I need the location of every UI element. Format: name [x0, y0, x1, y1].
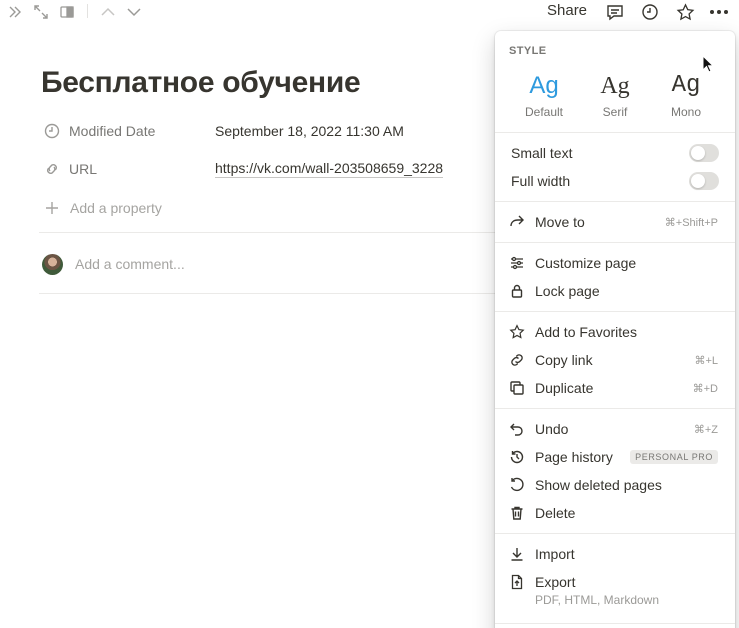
- small-text-toggle-row[interactable]: Small text: [495, 139, 735, 167]
- full-width-toggle[interactable]: [689, 172, 719, 190]
- menu-divider: [495, 408, 735, 409]
- menu-divider: [495, 201, 735, 202]
- lock-icon: [508, 282, 526, 300]
- undo-label: Undo: [535, 421, 569, 437]
- full-width-label: Full width: [511, 173, 571, 189]
- page-history-item[interactable]: Page history PERSONAL PRO: [495, 443, 735, 471]
- menu-divider: [495, 132, 735, 133]
- add-to-favorites-item[interactable]: Add to Favorites: [495, 318, 735, 346]
- small-text-label: Small text: [511, 145, 573, 161]
- export-file-icon: [508, 573, 526, 591]
- import-label: Import: [535, 546, 575, 562]
- menu-divider: [495, 623, 735, 624]
- page-options-menu: STYLE Ag Default Ag Serif Ag Mono Small …: [495, 31, 735, 628]
- copy-link-label: Copy link: [535, 352, 593, 368]
- sidebar-expand-icon[interactable]: [5, 2, 25, 22]
- trash-icon: [508, 504, 526, 522]
- delete-item[interactable]: Delete: [495, 499, 735, 527]
- font-sample: Ag: [600, 73, 630, 99]
- customize-page-item[interactable]: Customize page: [495, 249, 735, 277]
- star-icon: [508, 323, 526, 341]
- duplicate-icon: [508, 379, 526, 397]
- clock-icon[interactable]: [640, 2, 660, 22]
- chevron-down-icon[interactable]: [124, 2, 144, 22]
- add-to-favorites-label: Add to Favorites: [535, 324, 637, 340]
- shortcut-hint: ⌘+Z: [693, 423, 718, 436]
- url-link[interactable]: https://vk.com/wall-203508659_3228: [215, 160, 444, 178]
- sliders-icon: [508, 254, 526, 272]
- export-formats: PDF, HTML, Markdown: [535, 593, 660, 607]
- font-option-serif[interactable]: Ag Serif: [584, 71, 646, 119]
- font-name: Default: [524, 105, 564, 119]
- star-icon[interactable]: [675, 2, 695, 22]
- page-history-label: Page history: [535, 449, 613, 465]
- page-title[interactable]: Бесплатное обучение: [41, 66, 361, 100]
- lock-page-item[interactable]: Lock page: [495, 277, 735, 305]
- property-value[interactable]: September 18, 2022 11:30 AM: [215, 123, 404, 139]
- font-sample: Ag: [529, 72, 559, 99]
- customize-page-label: Customize page: [535, 255, 637, 271]
- download-icon: [508, 545, 526, 563]
- property-url[interactable]: URL https://vk.com/wall-203508659_3228: [41, 155, 491, 183]
- topbar: Share: [0, 0, 739, 24]
- undo-icon: [508, 420, 526, 438]
- export-label: Export: [535, 574, 576, 590]
- undo-item[interactable]: Undo ⌘+Z: [495, 415, 735, 443]
- font-option-mono[interactable]: Ag Mono: [655, 71, 717, 119]
- toolbar-divider: [87, 4, 88, 18]
- menu-divider: [495, 533, 735, 534]
- fullscreen-icon[interactable]: [31, 2, 51, 22]
- menu-divider: [495, 311, 735, 312]
- add-property-button[interactable]: Add a property: [41, 196, 162, 220]
- plus-icon: [41, 201, 63, 215]
- shortcut-hint: ⌘+L: [694, 354, 718, 367]
- duplicate-item[interactable]: Duplicate ⌘+D: [495, 374, 735, 402]
- link-icon: [41, 158, 63, 180]
- divider: [39, 293, 499, 294]
- move-to-label: Move to: [535, 214, 585, 230]
- property-name: URL: [69, 161, 98, 177]
- comment-input-row[interactable]: Add a comment...: [42, 252, 185, 276]
- font-name: Serif: [602, 105, 628, 119]
- mouse-cursor-icon: [702, 54, 715, 78]
- delete-label: Delete: [535, 505, 576, 521]
- restore-icon: [508, 476, 526, 494]
- style-section-label: STYLE: [509, 45, 547, 57]
- plan-badge: PERSONAL PRO: [630, 450, 718, 464]
- font-option-default[interactable]: Ag Default: [513, 71, 575, 119]
- copy-link-item[interactable]: Copy link ⌘+L: [495, 346, 735, 374]
- avatar: [42, 253, 63, 275]
- show-deleted-pages-label: Show deleted pages: [535, 477, 662, 493]
- add-property-label: Add a property: [70, 200, 162, 216]
- panel-icon[interactable]: [57, 2, 77, 22]
- chevron-up-icon[interactable]: [98, 2, 118, 22]
- divider: [39, 232, 499, 233]
- comment-icon[interactable]: [605, 2, 625, 22]
- shortcut-hint: ⌘+D: [692, 382, 718, 395]
- move-to-item[interactable]: Move to ⌘+Shift+P: [495, 208, 735, 236]
- show-deleted-pages-item[interactable]: Show deleted pages: [495, 471, 735, 499]
- small-text-toggle[interactable]: [689, 144, 719, 162]
- font-name: Mono: [670, 105, 702, 119]
- property-name: Modified Date: [69, 123, 156, 139]
- clock-icon: [41, 120, 63, 142]
- more-icon[interactable]: [709, 2, 729, 22]
- duplicate-label: Duplicate: [535, 380, 594, 396]
- history-icon: [508, 448, 526, 466]
- arrow-right-icon: [508, 213, 526, 231]
- property-modified-date[interactable]: Modified Date September 18, 2022 11:30 A…: [41, 117, 491, 145]
- import-item[interactable]: Import: [495, 540, 735, 568]
- shortcut-hint: ⌘+Shift+P: [664, 216, 718, 229]
- full-width-toggle-row[interactable]: Full width: [495, 167, 735, 195]
- comment-input[interactable]: Add a comment...: [75, 256, 185, 272]
- menu-divider: [495, 242, 735, 243]
- lock-page-label: Lock page: [535, 283, 600, 299]
- export-item[interactable]: Export: [495, 568, 735, 596]
- link-icon: [508, 351, 526, 369]
- share-button[interactable]: Share: [547, 1, 587, 21]
